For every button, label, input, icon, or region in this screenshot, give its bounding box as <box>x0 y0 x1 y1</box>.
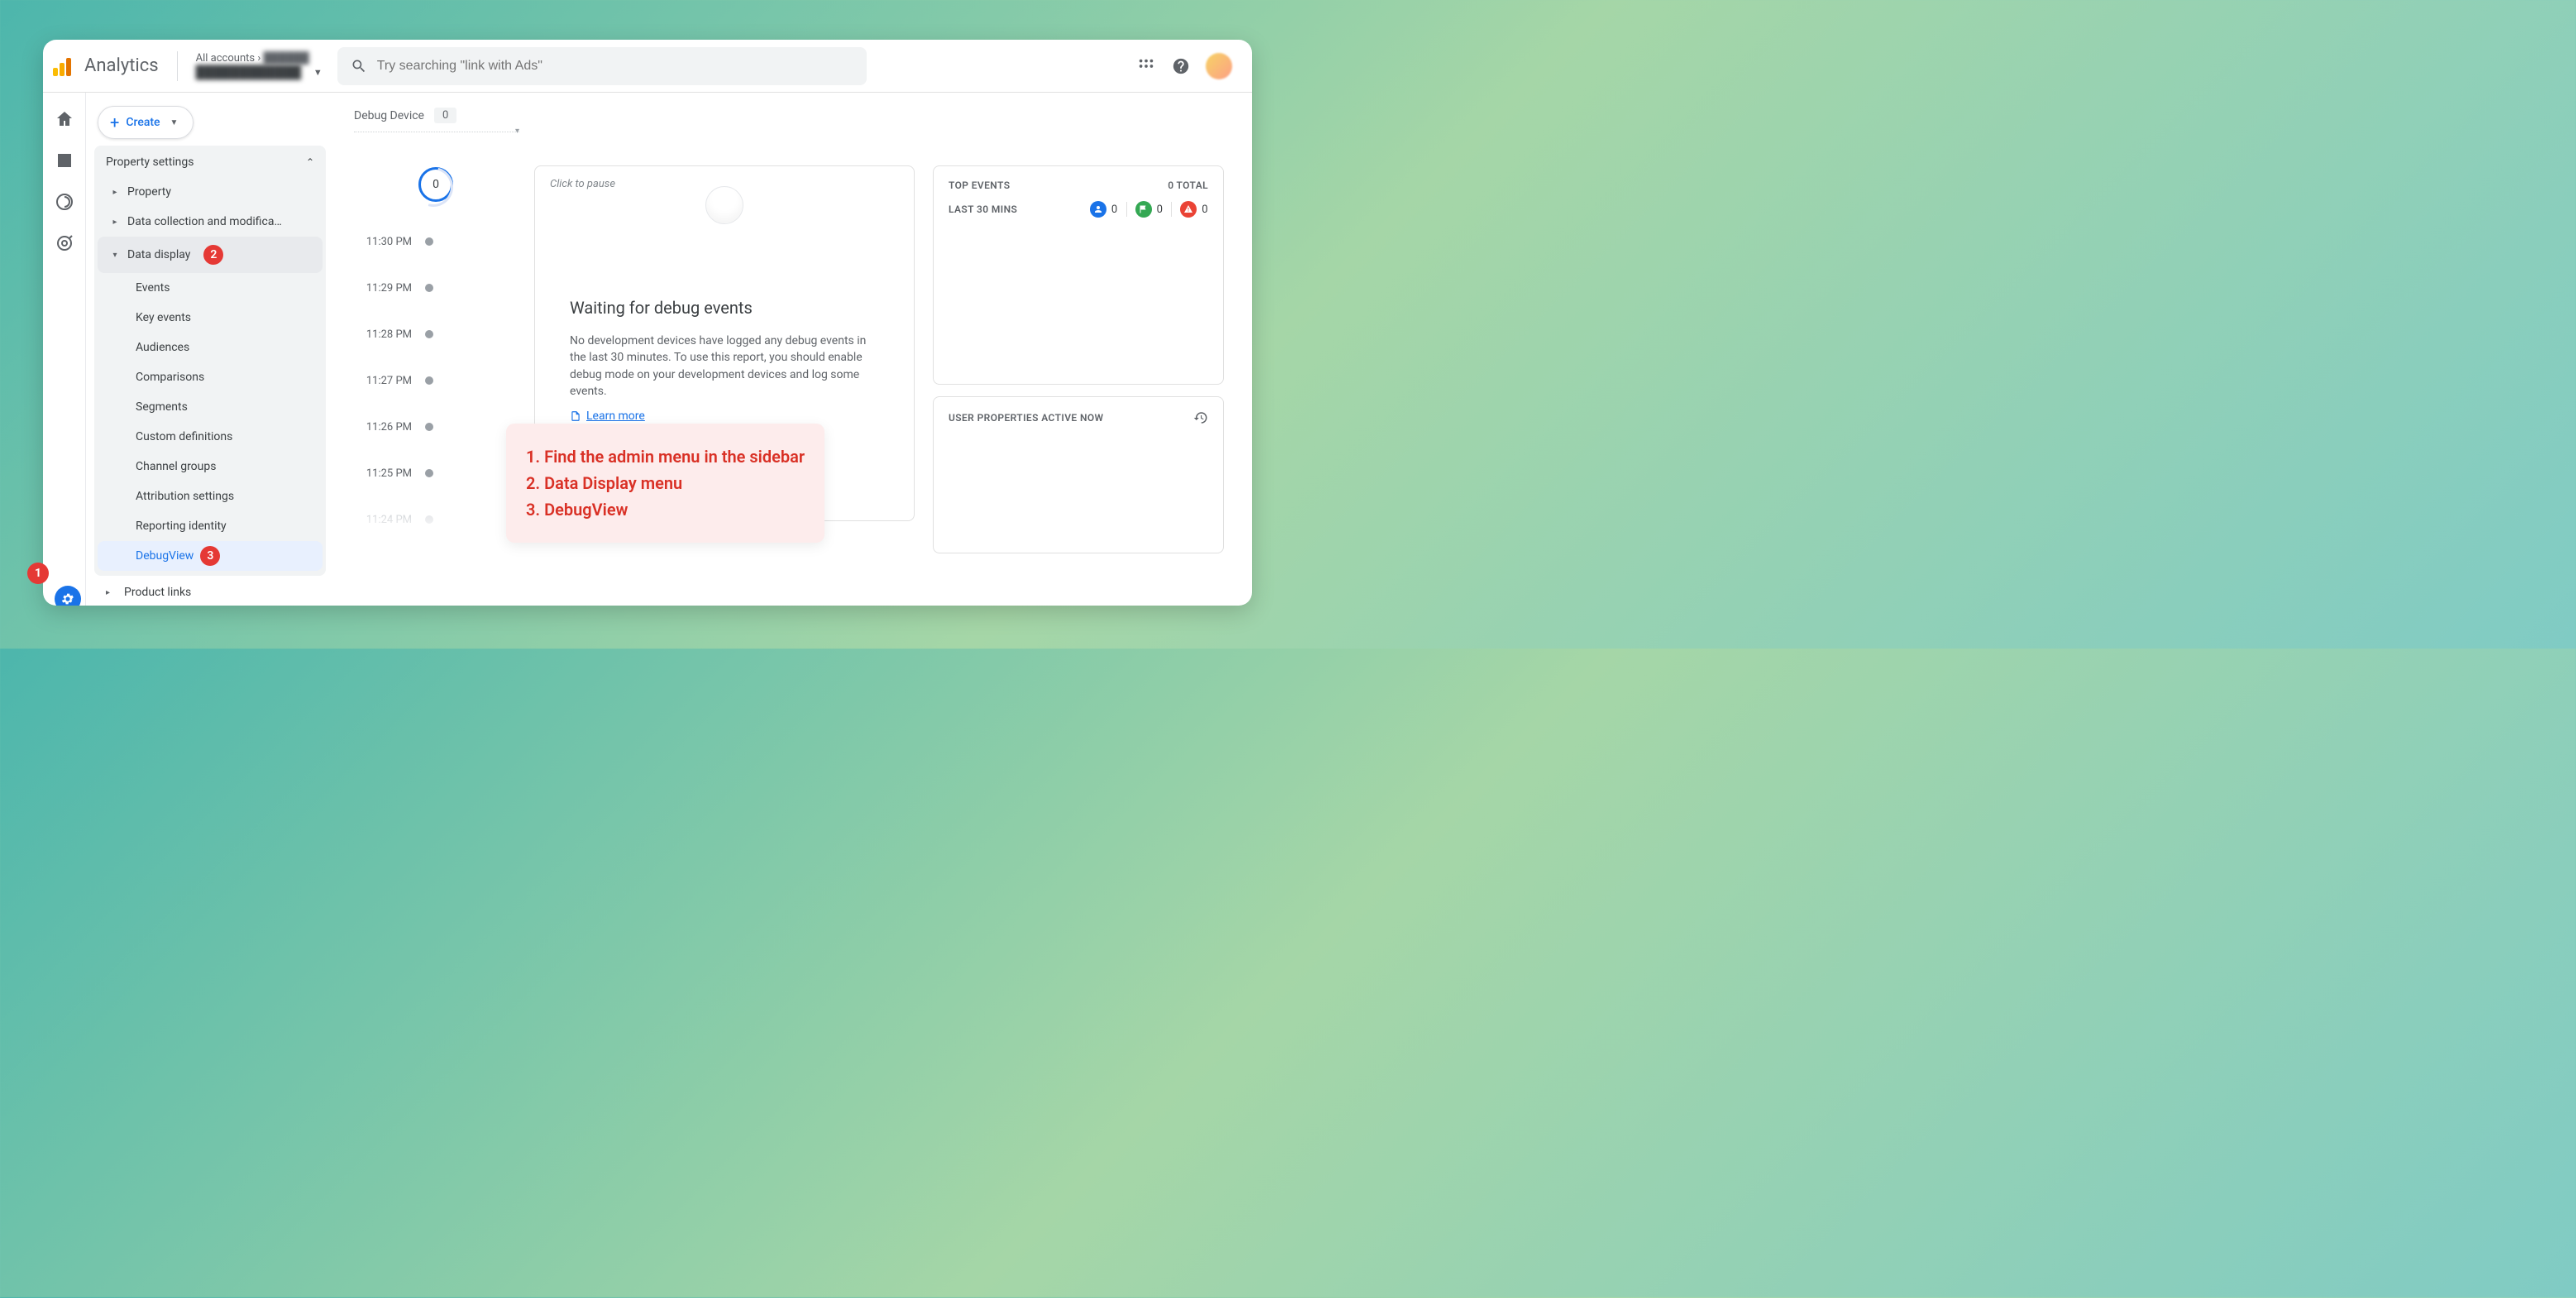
sidebar-sub-key-events[interactable]: Key events <box>98 303 323 333</box>
sidebar-sub-channel-groups[interactable]: Channel groups <box>98 452 323 481</box>
explore-icon[interactable] <box>55 192 74 212</box>
create-button[interactable]: + Create ▼ <box>98 106 194 139</box>
debug-device-row: Debug Device 0 <box>354 108 1224 123</box>
top-events-label: TOP EVENTS <box>949 180 1010 191</box>
debug-device-label: Debug Device <box>354 109 424 122</box>
chevron-up-icon: ⌃ <box>306 156 314 168</box>
sidebar-sub-custom-definitions[interactable]: Custom definitions <box>98 422 323 452</box>
header-icons <box>1136 53 1232 79</box>
timeline-dot <box>425 284 433 292</box>
admin-gear-icon[interactable] <box>55 586 81 606</box>
history-icon[interactable] <box>1193 410 1208 425</box>
timeline-dot <box>425 330 433 338</box>
waiting-title: Waiting for debug events <box>570 298 879 318</box>
sidebar-item-product-links[interactable]: ▸ Product links <box>94 576 326 606</box>
annotation-badge-1: 1 <box>27 563 49 584</box>
product-name: Analytics <box>84 55 159 76</box>
home-icon[interactable] <box>55 109 74 129</box>
advertising-icon[interactable] <box>55 233 74 253</box>
search-input[interactable] <box>377 59 853 74</box>
help-icon[interactable] <box>1171 56 1191 76</box>
divider <box>177 51 178 81</box>
sidebar-sub-events[interactable]: Events <box>98 273 323 303</box>
analytics-logo-icon <box>53 56 73 76</box>
chevron-right-icon: ▸ <box>109 218 121 227</box>
flag-icon <box>1135 201 1152 218</box>
timeline-dot <box>425 423 433 431</box>
top-events-card: TOP EVENTS 0 TOTAL LAST 30 MINS 0 <box>933 165 1224 385</box>
timeline-top-counter: 0 <box>418 167 453 202</box>
annotation-step-1: 1. Find the admin menu in the sidebar <box>526 447 805 467</box>
annotation-step-2: 2. Data Display menu <box>526 473 805 493</box>
sidebar-sub-segments[interactable]: Segments <box>98 392 323 422</box>
right-column: TOP EVENTS 0 TOTAL LAST 30 MINS 0 <box>933 165 1224 553</box>
timeline-dot <box>425 376 433 385</box>
spinner-icon <box>705 186 743 224</box>
chevron-down-icon: ▾ <box>109 251 121 260</box>
top-events-total: 0 TOTAL <box>1168 180 1208 191</box>
error-icon <box>1180 201 1197 218</box>
chevron-right-icon: ▸ <box>106 588 117 597</box>
annotation-overlay: 1. Find the admin menu in the sidebar 2.… <box>506 424 824 543</box>
sidebar-sub-attribution-settings[interactable]: Attribution settings <box>98 481 323 511</box>
debug-device-count: 0 <box>434 108 456 123</box>
user-avatar[interactable] <box>1206 53 1232 79</box>
sidebar-item-data-display[interactable]: ▾ Data display 2 <box>98 237 323 273</box>
learn-more-link[interactable]: Learn more <box>570 410 645 423</box>
sidebar-sub-debugview[interactable]: DebugView 3 <box>98 541 323 571</box>
nav-rail <box>43 93 86 606</box>
event-count-red: 0 <box>1180 201 1208 218</box>
property-settings-header[interactable]: Property settings ⌃ <box>94 147 326 177</box>
search-icon <box>351 58 367 74</box>
annotation-badge-2: 2 <box>203 245 223 265</box>
admin-sidebar: + Create ▼ Property settings ⌃ ▸ Propert… <box>86 93 334 606</box>
sidebar-item-property[interactable]: ▸ Property <box>98 177 323 207</box>
property-settings-panel: Property settings ⌃ ▸ Property ▸ Data co… <box>94 146 326 576</box>
reports-icon[interactable] <box>55 151 74 170</box>
person-icon <box>1090 201 1106 218</box>
waiting-description: No development devices have logged any d… <box>570 333 879 400</box>
account-picker[interactable]: All accounts › ██████ ████████████ ▼ <box>196 52 309 80</box>
chevron-right-icon: ▸ <box>109 188 121 197</box>
event-count-blue: 0 <box>1090 201 1118 218</box>
main-content: Debug Device 0 0 11:30 PM 11:29 PM 11:28… <box>334 93 1252 606</box>
user-properties-label: USER PROPERTIES ACTIVE NOW <box>949 412 1103 424</box>
event-timeline: 0 11:30 PM 11:29 PM 11:28 PM 11:27 PM 11… <box>354 167 519 543</box>
sidebar-sub-reporting-identity[interactable]: Reporting identity <box>98 511 323 541</box>
app-window: Analytics All accounts › ██████ ████████… <box>43 40 1252 606</box>
app-header: Analytics All accounts › ██████ ████████… <box>43 40 1252 93</box>
last-30-mins-label: LAST 30 MINS <box>949 204 1017 215</box>
document-icon <box>570 410 581 422</box>
chevron-down-icon: ▼ <box>170 118 179 127</box>
annotation-step-3: 3. DebugView <box>526 500 805 520</box>
plus-icon: + <box>110 114 119 131</box>
search-bar[interactable] <box>337 47 867 85</box>
body: + Create ▼ Property settings ⌃ ▸ Propert… <box>43 93 1252 606</box>
annotation-badge-3: 3 <box>200 546 220 566</box>
user-properties-card: USER PROPERTIES ACTIVE NOW <box>933 396 1224 553</box>
apps-icon[interactable] <box>1136 56 1156 76</box>
sidebar-item-data-collection[interactable]: ▸ Data collection and modifica… <box>98 207 323 237</box>
sidebar-sub-audiences[interactable]: Audiences <box>98 333 323 362</box>
timeline-dot <box>425 237 433 246</box>
sidebar-sub-comparisons[interactable]: Comparisons <box>98 362 323 392</box>
timeline-dot <box>425 469 433 477</box>
event-count-green: 0 <box>1135 201 1164 218</box>
